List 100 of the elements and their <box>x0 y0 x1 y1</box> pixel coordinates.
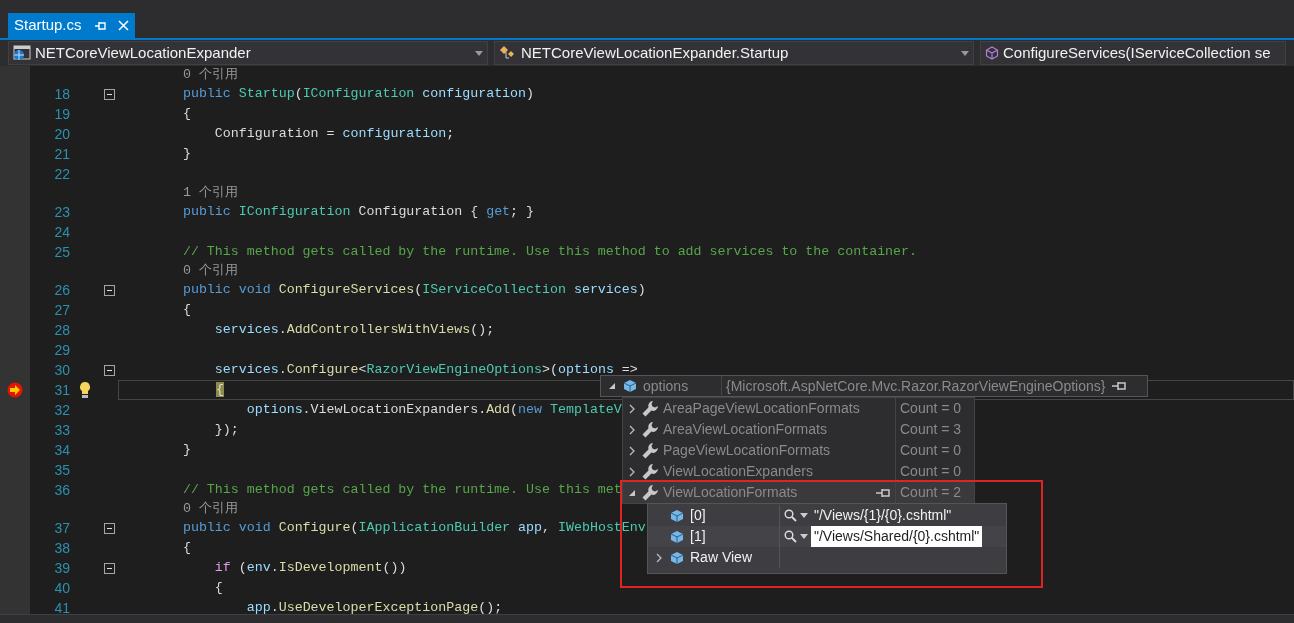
line-number: 26 <box>53 280 70 300</box>
lightbulb-icon[interactable] <box>79 381 91 399</box>
navigation-dropdown[interactable]: NETCoreViewLocationExpander.Startup <box>494 41 974 65</box>
code-line: public void ConfigureServices(IServiceCollection services) <box>181 281 646 300</box>
code-line: options.ViewLocationExpanders.Add(new TemplateV <box>245 401 622 420</box>
cube-icon <box>670 529 684 544</box>
cube-icon <box>670 550 684 565</box>
collapse-icon[interactable] <box>104 562 115 574</box>
cube-icon <box>623 379 637 393</box>
code-line: { <box>213 579 223 598</box>
collapse-icon[interactable] <box>104 364 115 376</box>
code-line: { <box>181 105 191 124</box>
line-number: 19 <box>53 104 70 124</box>
line-number: 35 <box>53 460 70 480</box>
member-name: ViewLocationFormats <box>663 483 799 502</box>
variable-name: options <box>643 376 690 396</box>
caret-icon <box>961 50 969 56</box>
element-value[interactable]: "/Views/Shared/{0}.cshtml" <box>811 526 983 547</box>
pin-icon[interactable] <box>1111 381 1128 391</box>
line-number: 38 <box>53 538 70 558</box>
caret-icon <box>475 50 483 56</box>
class-icon <box>499 45 517 61</box>
line-number: 18 <box>53 84 70 104</box>
expander-icon[interactable] <box>627 403 637 414</box>
wrench-icon <box>641 483 659 502</box>
method-icon <box>985 46 999 60</box>
search-icon[interactable] <box>784 509 797 522</box>
close-icon[interactable] <box>117 20 129 31</box>
code-line: } <box>181 441 191 460</box>
wrench-icon <box>641 462 659 481</box>
caret-icon[interactable] <box>800 513 808 518</box>
cube-icon <box>670 508 684 523</box>
expander-icon[interactable] <box>627 445 637 456</box>
line-number: 23 <box>53 202 70 222</box>
reference-count[interactable]: 0 个引用 <box>151 262 238 280</box>
member-name: AreaViewLocationFormats <box>663 420 828 439</box>
element-name: [1] <box>690 527 706 546</box>
code-line: if (env.IsDevelopment()) <box>213 559 407 578</box>
member-value: Count = 3 <box>895 419 962 440</box>
search-icon[interactable] <box>784 530 797 543</box>
code-line: app.UseDeveloperExceptionPage(); <box>245 599 503 614</box>
dropdown-text: NETCoreViewLocationExpander <box>35 42 252 63</box>
code-line: services.AddControllersWithViews(); <box>213 321 495 340</box>
member-name: ViewLocationExpanders <box>663 462 814 481</box>
member-row[interactable]: PageViewLocationFormats Count = 0 <box>623 440 974 461</box>
reference-count[interactable]: 1 个引用 <box>151 184 238 202</box>
dropdown-text: ConfigureServices(IServiceCollection se <box>1003 42 1272 63</box>
line-number: 36 <box>53 480 70 500</box>
member-row[interactable]: AreaViewLocationFormats Count = 3 <box>623 419 974 440</box>
expander-icon[interactable] <box>627 466 637 477</box>
wrench-icon <box>641 420 659 439</box>
element-name: [0] <box>690 506 706 525</box>
line-number: 21 <box>53 144 70 164</box>
line-number: 37 <box>53 518 70 538</box>
code-line: } <box>181 145 191 164</box>
tab-title: Startup.cs <box>14 15 82 36</box>
file-tab[interactable]: Startup.cs <box>8 13 135 38</box>
dropdown-text: NETCoreViewLocationExpander.Startup <box>521 42 790 63</box>
line-number: 22 <box>53 164 70 184</box>
expander-icon[interactable] <box>627 424 637 435</box>
line-number: 31 <box>53 380 70 400</box>
line-number: 28 <box>53 320 70 340</box>
collapse-icon[interactable] <box>104 284 115 296</box>
pin-icon[interactable] <box>875 487 891 498</box>
code-line: // This method gets called by the runtime. Use this met <box>181 481 622 500</box>
wrench-icon <box>641 441 659 460</box>
navigation-dropdown[interactable]: ConfigureServices(IServiceCollection se <box>980 41 1286 65</box>
member-value: Count = 0 <box>895 440 962 461</box>
member-name: AreaPageViewLocationFormats <box>663 399 861 418</box>
line-number: 25 <box>53 242 70 262</box>
line-number: 41 <box>53 598 70 614</box>
member-name: PageViewLocationFormats <box>663 441 832 460</box>
code-line: { <box>181 301 191 320</box>
collapse-icon[interactable] <box>104 522 115 534</box>
line-number: 32 <box>53 400 70 420</box>
caret-icon[interactable] <box>800 534 808 539</box>
expander-icon[interactable] <box>654 552 664 563</box>
line-number: 40 <box>53 578 70 598</box>
variable-value: {Microsoft.AspNetCore.Mvc.Razor.RazorViewEngineOptions} <box>721 375 1106 397</box>
line-number: 27 <box>53 300 70 320</box>
code-line: public Startup(IConfiguration configuration) <box>181 85 535 104</box>
line-number: 39 <box>53 558 70 578</box>
line-number: 24 <box>53 222 70 242</box>
member-row[interactable]: ViewLocationFormats Count = 2 <box>623 482 974 503</box>
code-line: Configuration = configuration; <box>213 125 455 144</box>
code-line: // This method gets called by the runtime. Use this method to add services to the container. <box>181 243 918 262</box>
reference-count[interactable]: 0 个引用 <box>151 66 238 84</box>
line-number: 33 <box>53 420 70 440</box>
reference-count[interactable]: 0 个引用 <box>151 500 238 518</box>
datatip-header[interactable]: options {Microsoft.AspNetCore.Mvc.Razor.RazorViewEngineOptions} <box>600 375 1148 397</box>
member-row[interactable]: AreaPageViewLocationFormats Count = 0 <box>623 398 974 419</box>
member-value: Count = 0 <box>895 398 962 419</box>
element-name: Raw View <box>690 548 752 567</box>
code-line: { <box>181 539 191 558</box>
wrench-icon <box>641 399 659 418</box>
collapse-icon[interactable] <box>104 88 115 100</box>
expander-icon[interactable] <box>607 381 617 391</box>
element-value[interactable]: "/Views/{1}/{0}.cshtml" <box>811 505 955 526</box>
navigation-dropdown[interactable]: NETCoreViewLocationExpander <box>8 41 488 65</box>
line-number: 20 <box>53 124 70 144</box>
